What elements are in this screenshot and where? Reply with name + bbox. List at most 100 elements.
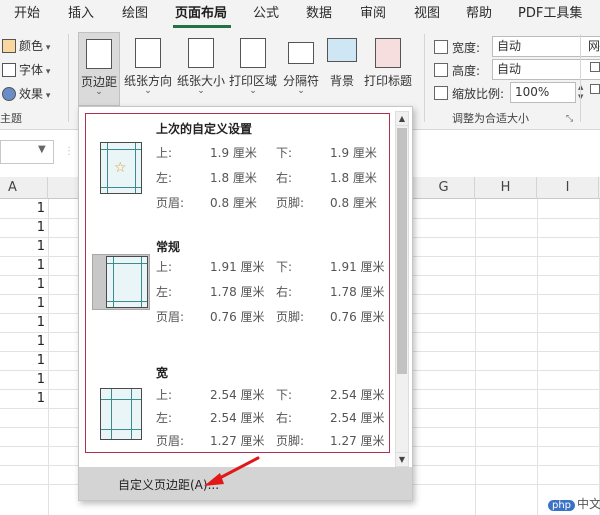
tab-home[interactable]: 开始 — [14, 0, 40, 28]
chevron-down-icon: ▾ — [43, 43, 51, 53]
paper-size-button[interactable]: 纸张大小 ⌄ — [176, 32, 226, 106]
formula-bar-grip-icon: ⋮ — [64, 146, 74, 157]
tab-data[interactable]: 数据 — [306, 0, 332, 28]
orientation-icon — [135, 38, 161, 68]
cell-a-value[interactable]: 1 — [30, 391, 45, 406]
background-button[interactable]: 背景 — [324, 32, 360, 106]
font-icon — [2, 63, 16, 77]
preset-scrollbar[interactable]: ▲ ▼ — [395, 111, 409, 467]
dialog-launcher-icon[interactable]: ⤡ — [566, 114, 573, 124]
scale-group-label: 调整为合适大小 — [452, 112, 529, 125]
cell-a-value[interactable]: 1 — [30, 277, 45, 292]
chevron-down-icon: ⌄ — [144, 86, 152, 96]
theme-colors-label: 颜色 — [19, 39, 44, 53]
scale-value: 100% — [515, 85, 550, 99]
red-arrow-annotation-icon — [204, 456, 260, 486]
cell-a-value[interactable]: 1 — [30, 220, 45, 235]
print-area-icon — [240, 38, 266, 68]
margins-icon — [86, 39, 112, 69]
preset-title: 宽 — [156, 366, 169, 380]
theme-effects-button[interactable]: 效果 ▾ — [2, 84, 50, 104]
tab-review[interactable]: 审阅 — [360, 0, 386, 28]
margins-button[interactable]: 页边距 ⌄ — [78, 32, 120, 106]
column-header-h[interactable]: H — [475, 177, 537, 199]
page-margin-thumbnail-icon — [106, 256, 148, 308]
orientation-button[interactable]: 纸张方向 ⌄ — [122, 32, 174, 106]
breaks-icon — [288, 42, 314, 64]
cell-a-value[interactable]: 1 — [30, 239, 45, 254]
page-margin-thumbnail-icon — [100, 388, 142, 440]
print-titles-icon — [375, 38, 401, 68]
width-value: 自动 — [497, 39, 522, 53]
scale-spinner[interactable]: 100% — [510, 82, 576, 103]
print-area-button[interactable]: 打印区域 ⌄ — [228, 32, 278, 106]
height-select[interactable]: 自动⌄ — [492, 59, 600, 80]
ribbon-tab-bar: 开始 插入 绘图 页面布局 公式 数据 审阅 视图 帮助 PDF工具集 — [0, 0, 600, 28]
paper-size-icon — [188, 38, 214, 68]
margin-preset-normal[interactable]: 常规 上: 1.91 厘米 下: 1.91 厘米 左: 1.78 厘米 右: 1.78 厘米… — [86, 232, 389, 342]
php-logo-icon: php — [548, 500, 576, 511]
margin-preset-wide[interactable]: 宽 上: 2.54 厘米 下: 2.54 厘米 左: 2.54 厘米 右: 2.54 厘米 … — [86, 358, 389, 454]
tab-help[interactable]: 帮助 — [466, 0, 492, 28]
tab-pdf-tools[interactable]: PDF工具集 — [518, 0, 582, 28]
theme-fonts-button[interactable]: 字体 ▾ — [2, 60, 50, 80]
margin-preset-last-custom[interactable]: 上次的自定义设置 ☆ 上: 1.9 厘米 下: 1.9 厘米 左: 1.8 厘米 右: 1.… — [86, 114, 389, 224]
preset-title: 上次的自定义设置 — [156, 122, 253, 136]
chevron-down-icon: ▾ — [43, 91, 51, 101]
breaks-button[interactable]: 分隔符 ⌄ — [280, 32, 322, 106]
cell-a-value[interactable]: 1 — [30, 296, 45, 311]
column-header-a[interactable]: A — [0, 177, 48, 199]
scroll-up-arrow-icon[interactable]: ▲ — [396, 112, 408, 126]
site-watermark: php中文网 — [548, 495, 600, 512]
margins-dropdown: 上次的自定义设置 ☆ 上: 1.9 厘米 下: 1.9 厘米 左: 1.8 厘米 右: 1.… — [78, 106, 413, 501]
palette-icon — [2, 39, 16, 53]
width-select[interactable]: 自动⌄ — [492, 36, 600, 57]
group-separator — [580, 34, 581, 122]
background-image-icon — [327, 38, 357, 62]
theme-effects-label: 效果 — [19, 87, 44, 101]
page-margin-thumbnail-icon: ☆ — [100, 142, 142, 194]
tab-draw[interactable]: 绘图 — [122, 0, 148, 28]
star-icon: ☆ — [114, 160, 127, 176]
group-separator — [68, 34, 69, 122]
gridline — [48, 199, 49, 515]
margin-preset-list: 上次的自定义设置 ☆ 上: 1.9 厘米 下: 1.9 厘米 左: 1.8 厘米 右: 1.… — [85, 113, 390, 453]
scroll-thumb[interactable] — [397, 128, 407, 374]
height-icon — [434, 63, 448, 77]
scale-icon — [434, 86, 448, 100]
gridlines-print-checkbox[interactable] — [590, 84, 600, 94]
tab-page-layout[interactable]: 页面布局 — [175, 0, 227, 28]
cell-a-value[interactable]: 1 — [30, 334, 45, 349]
chevron-down-icon: ⌄ — [95, 87, 103, 97]
tab-formulas[interactable]: 公式 — [253, 0, 279, 28]
height-value: 自动 — [497, 62, 522, 76]
column-header-g[interactable]: G — [413, 177, 475, 199]
themes-group-label: 主题 — [0, 112, 22, 125]
cell-a-value[interactable]: 1 — [30, 201, 45, 216]
print-titles-button[interactable]: 打印标题 — [362, 32, 414, 106]
chevron-down-icon: ▾ — [43, 67, 51, 77]
cell-a-value[interactable]: 1 — [30, 372, 45, 387]
tab-view[interactable]: 视图 — [414, 0, 440, 28]
chevron-down-icon: ⌄ — [249, 86, 257, 96]
print-titles-label: 打印标题 — [363, 74, 412, 88]
gridline — [537, 199, 538, 515]
chevron-down-icon[interactable]: ▼ — [38, 144, 46, 155]
theme-fonts-label: 字体 — [19, 63, 44, 77]
height-label: 高度: — [452, 64, 481, 78]
theme-colors-button[interactable]: 颜色 ▾ — [2, 36, 50, 56]
tab-insert[interactable]: 插入 — [68, 0, 94, 28]
chevron-down-icon: ⌄ — [297, 86, 305, 96]
cell-a-value[interactable]: 1 — [30, 353, 45, 368]
preset-title: 常规 — [156, 240, 181, 254]
effects-icon — [2, 87, 16, 101]
cell-a-value[interactable]: 1 — [30, 315, 45, 330]
gridlines-label-cut: 网 — [588, 39, 600, 53]
scroll-down-arrow-icon[interactable]: ▼ — [396, 452, 408, 466]
width-label: 宽度: — [452, 41, 481, 55]
column-header-i[interactable]: I — [537, 177, 599, 199]
chevron-down-icon: ⌄ — [197, 86, 205, 96]
background-label: 背景 — [329, 74, 354, 88]
gridlines-view-checkbox[interactable] — [590, 62, 600, 72]
cell-a-value[interactable]: 1 — [30, 258, 45, 273]
